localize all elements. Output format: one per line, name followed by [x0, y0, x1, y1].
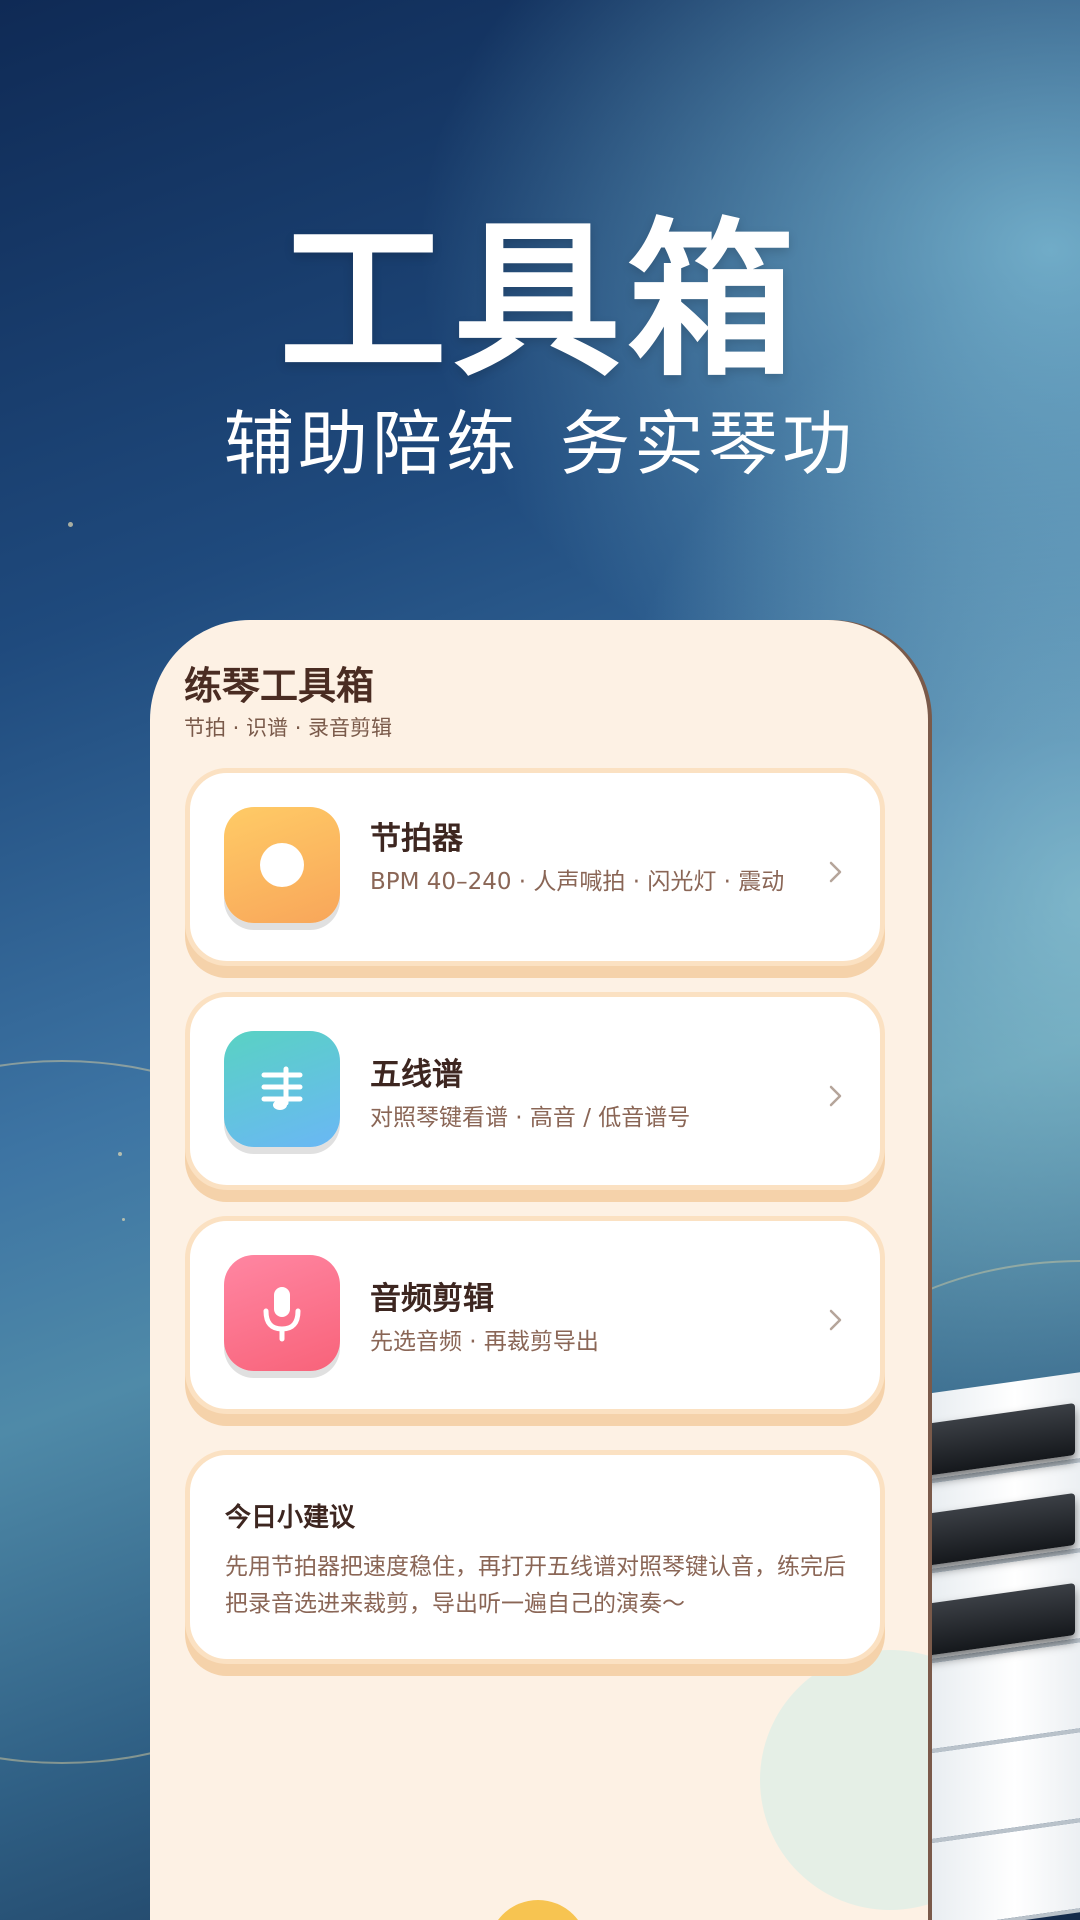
- microphone-icon: [224, 1255, 340, 1371]
- tool-card-audio-edit[interactable]: 音频剪辑 先选音频 · 再裁剪导出: [185, 1216, 885, 1414]
- chevron-right-icon: [829, 1309, 842, 1331]
- decorative-dot: [118, 1152, 122, 1156]
- tagline-left: 辅助陪练: [224, 403, 520, 485]
- tool-card-staff[interactable]: 五线谱 对照琴键看谱 · 高音 / 低音谱号: [185, 992, 885, 1190]
- tool-card-metronome[interactable]: 节拍器 BPM 40–240 · 人声喊拍 · 闪光灯 · 震动: [185, 768, 885, 966]
- tool-description: 对照琴键看谱 · 高音 / 低音谱号: [370, 1105, 691, 1131]
- tool-name: 五线谱: [370, 1057, 463, 1093]
- chevron-right-icon: [829, 861, 842, 883]
- chevron-right-icon: [829, 1085, 842, 1107]
- tool-description: BPM 40–240 · 人声喊拍 · 闪光灯 · 震动: [370, 869, 785, 895]
- decorative-yellow-circle: [488, 1900, 588, 1920]
- tool-name: 音频剪辑: [370, 1281, 494, 1317]
- tool-name: 节拍器: [370, 821, 463, 857]
- piano-keys-illustration: [915, 1326, 1080, 1920]
- daily-tip-card: 今日小建议 先用节拍器把速度稳住，再打开五线谱对照琴键认音，练完后把录音选进来裁…: [185, 1450, 885, 1664]
- promo-tagline: 辅助陪练 务实琴功: [0, 388, 1080, 489]
- phone-mockup: 练琴工具箱 节拍 · 识谱 · 录音剪辑 节拍器 BPM 40–240 · 人声…: [150, 620, 928, 1920]
- tip-title: 今日小建议: [225, 1503, 356, 1533]
- music-staff-icon: [224, 1031, 340, 1147]
- decorative-blob: [760, 1650, 928, 1910]
- promo-headline: 工具箱: [279, 203, 801, 399]
- app-title: 练琴工具箱: [184, 664, 375, 708]
- tagline-right: 务实琴功: [560, 403, 856, 485]
- app-subtitle: 节拍 · 识谱 · 录音剪辑: [184, 716, 393, 740]
- decorative-dot: [122, 1218, 125, 1221]
- promo-screen: 工具箱 辅助陪练 务实琴功 练琴工具箱 节拍 · 识谱 · 录音剪辑 节拍器 BP…: [0, 0, 1080, 1920]
- tool-description: 先选音频 · 再裁剪导出: [370, 1329, 599, 1355]
- metronome-icon: [224, 807, 340, 923]
- tip-text: 先用节拍器把速度稳住，再打开五线谱对照琴键认音，练完后把录音选进来裁剪，导出听一…: [225, 1554, 846, 1617]
- decorative-dot: [68, 522, 73, 527]
